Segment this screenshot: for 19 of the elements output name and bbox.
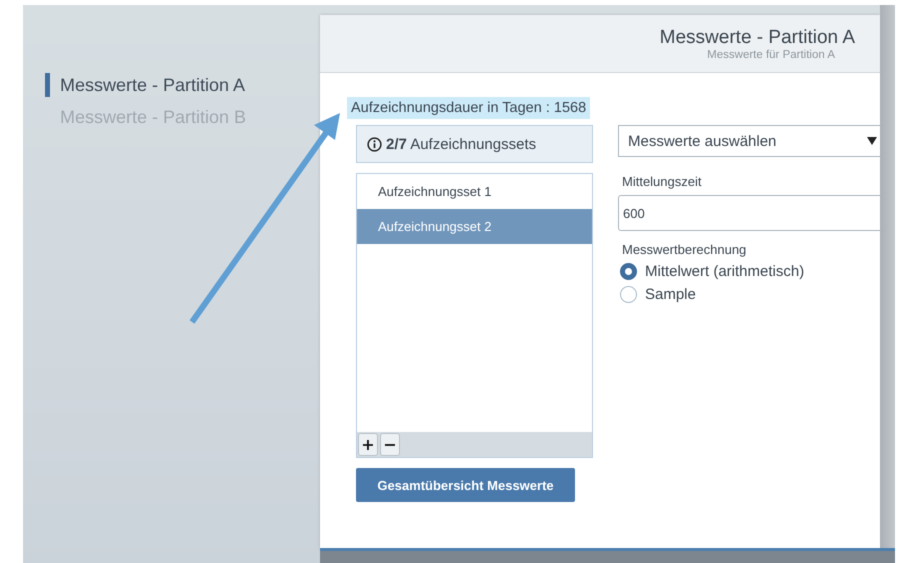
panel-subtitle: Messwerte für Partition A — [707, 48, 835, 60]
field-label: Mittelungszeit — [622, 174, 702, 189]
radio-icon[interactable] — [620, 263, 637, 280]
add-button[interactable]: + — [358, 433, 378, 456]
input-field[interactable]: 600 — [618, 195, 880, 231]
radio-option[interactable]: Sample — [620, 286, 880, 303]
panel-title: Messwerte - Partition A — [660, 26, 855, 48]
overview-button[interactable]: Gesamtübersicht Messwerte — [356, 468, 575, 502]
sidebar-item[interactable]: Messwerte - Partition A — [23, 73, 246, 97]
remove-button[interactable]: − — [380, 433, 400, 456]
set-list-item[interactable]: Aufzeichnungsset 1 — [357, 174, 592, 209]
measurement-select[interactable]: Messwerte auswählen — [618, 125, 880, 157]
duration-label: Aufzeichnungsdauer in Tagen : 1568 — [347, 97, 590, 119]
field-label: Messwertberechnung — [622, 242, 748, 257]
radio-icon[interactable] — [620, 286, 637, 303]
radio-option[interactable]: Mittelwert (arithmetisch) — [620, 263, 880, 280]
info-icon — [367, 136, 382, 152]
caret-icon — [867, 137, 877, 145]
set-counter: 2/7 Aufzeichnungssets — [386, 136, 536, 152]
